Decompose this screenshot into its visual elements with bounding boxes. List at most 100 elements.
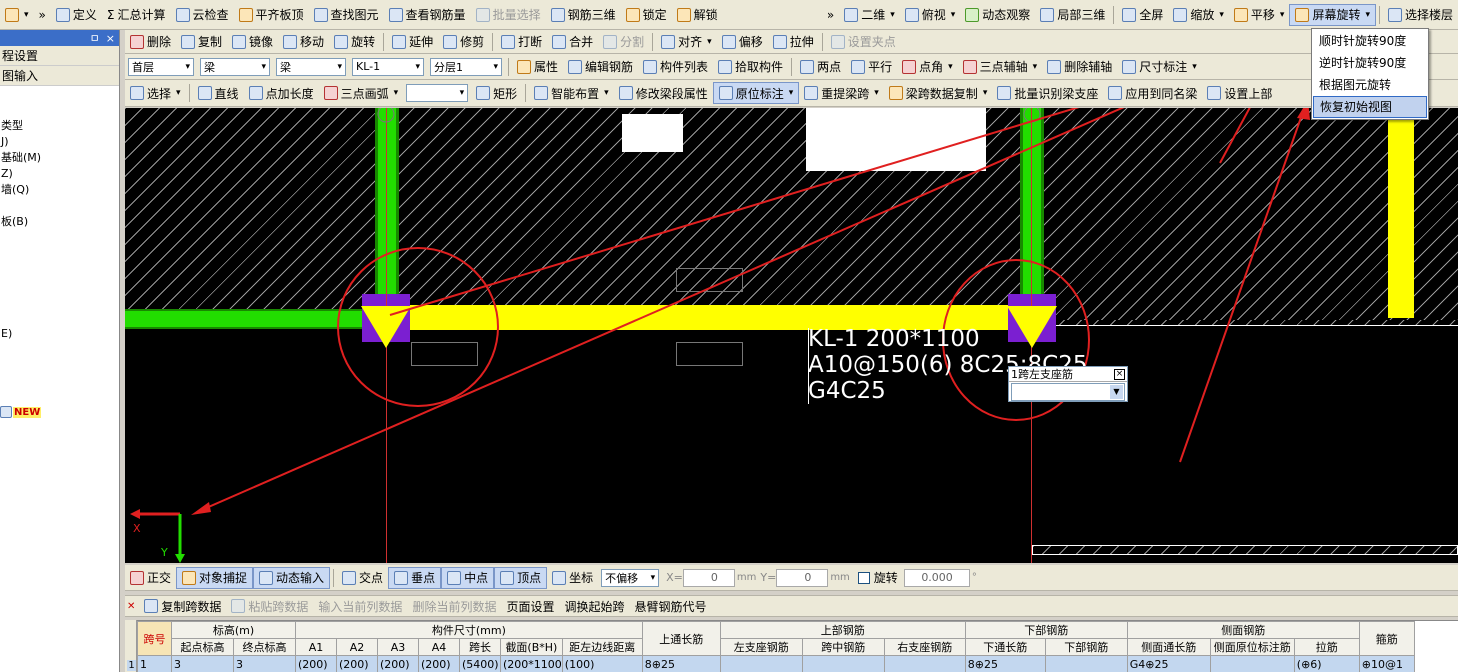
span-number-header[interactable]: 跨号 bbox=[137, 621, 172, 656]
support-rebar-input[interactable]: ▼ bbox=[1011, 383, 1125, 401]
copy-button[interactable]: 复制 bbox=[176, 31, 227, 53]
batch-select-button[interactable]: 批量选择 bbox=[471, 4, 546, 26]
rectangle-tool-button[interactable]: 矩形 bbox=[471, 82, 522, 104]
element-select[interactable]: KL-1 ▾ bbox=[352, 57, 424, 76]
drawing-canvas[interactable]: X Y KL-1 200*1100 A10@150(6) 8C25;8C25 G… bbox=[125, 108, 1458, 563]
mirror-button[interactable]: 镜像 bbox=[227, 31, 278, 53]
close-icon[interactable]: ✕ bbox=[127, 601, 135, 612]
table-cell[interactable]: 3 bbox=[171, 655, 234, 672]
set-grip-button[interactable]: 设置夹点 bbox=[826, 31, 901, 53]
point-angle-button[interactable]: 点角 ▾ bbox=[897, 56, 958, 78]
tree-item[interactable]: 基础(M) bbox=[0, 150, 41, 166]
table-cell[interactable]: G4⊕25 bbox=[1126, 655, 1211, 672]
move-button[interactable]: 移动 bbox=[278, 31, 329, 53]
table-cell[interactable]: (5400) bbox=[459, 655, 501, 672]
tree-item[interactable] bbox=[0, 262, 41, 278]
re-extract-span-button[interactable]: 重提梁跨 ▾ bbox=[799, 82, 884, 104]
screen-rotate-button[interactable]: 屏幕旋转 ▾ bbox=[1289, 3, 1376, 26]
tree-item[interactable]: E) bbox=[0, 326, 41, 342]
delete-axis-button[interactable]: 删除辅轴 bbox=[1042, 56, 1117, 78]
nav-project-settings[interactable]: 程设置 bbox=[0, 46, 119, 66]
define-button[interactable]: 定义 bbox=[51, 4, 102, 26]
paste-span-data-button[interactable]: 粘贴跨数据 bbox=[226, 596, 313, 616]
view-rebar-qty-button[interactable]: 查看钢筋量 bbox=[384, 4, 471, 26]
menu-item-rotate-by-element[interactable]: 根据图元旋转 bbox=[1313, 74, 1427, 96]
new-feature-badge[interactable]: NEW bbox=[0, 406, 42, 418]
table-cell[interactable]: (200) bbox=[377, 655, 419, 672]
summary-calc-button[interactable]: Σ 汇总计算 bbox=[102, 4, 171, 26]
find-element-button[interactable]: 查找图元 bbox=[309, 4, 384, 26]
table-cell[interactable] bbox=[1044, 655, 1128, 672]
in-situ-annotation-button[interactable]: 原位标注 ▾ bbox=[712, 82, 800, 104]
point-length-button[interactable]: 点加长度 bbox=[244, 82, 319, 104]
intersection-snap[interactable]: 交点 bbox=[337, 567, 388, 589]
fullscreen-button[interactable]: 全屏 bbox=[1117, 4, 1168, 26]
view-2d-button[interactable]: 二维 ▾ bbox=[839, 4, 900, 26]
set-top-button[interactable]: 设置上部 bbox=[1202, 82, 1277, 104]
close-icon[interactable]: × bbox=[1114, 368, 1125, 380]
table-cell[interactable]: ⊕10@1 bbox=[1358, 655, 1415, 672]
toolbar-left-icon[interactable]: ▾ bbox=[0, 4, 34, 26]
top-view-button[interactable]: 俯视 ▾ bbox=[900, 4, 961, 26]
table-cell[interactable] bbox=[1209, 655, 1295, 672]
rotate-button[interactable]: 旋转 bbox=[329, 31, 380, 53]
perpendicular-snap[interactable]: 垂点 bbox=[388, 566, 442, 589]
unlock-button[interactable]: 解锁 bbox=[672, 4, 723, 26]
table-cell[interactable]: (200) bbox=[418, 655, 460, 672]
apply-same-name-button[interactable]: 应用到同名梁 bbox=[1103, 82, 1202, 104]
tree-item[interactable] bbox=[0, 310, 41, 326]
tree-item[interactable] bbox=[0, 198, 41, 214]
menu-item-rotate-cw-90[interactable]: 顺时针旋转90度 bbox=[1313, 30, 1427, 52]
table-cell[interactable] bbox=[719, 655, 803, 672]
table-cell[interactable]: (200) bbox=[336, 655, 378, 672]
offset-select[interactable]: 不偏移 ▾ bbox=[601, 568, 660, 587]
offset-button[interactable]: 偏移 bbox=[717, 31, 768, 53]
vertex-snap[interactable]: 顶点 bbox=[494, 566, 548, 589]
toolbar-overflow-button[interactable]: » bbox=[34, 4, 51, 26]
parallel-axis-button[interactable]: 平行 bbox=[846, 56, 897, 78]
floor-select[interactable]: 首层 ▾ bbox=[128, 57, 194, 76]
table-cell[interactable]: 3 bbox=[233, 655, 296, 672]
table-cell[interactable]: (100) bbox=[561, 655, 643, 672]
tree-item[interactable]: J) bbox=[0, 134, 41, 150]
tree-item[interactable]: 墙(Q) bbox=[0, 182, 41, 198]
midpoint-snap[interactable]: 中点 bbox=[441, 566, 495, 589]
break-button[interactable]: 打断 bbox=[496, 31, 547, 53]
dynamic-observe-button[interactable]: 动态观察 bbox=[960, 4, 1035, 26]
local-3d-button[interactable]: 局部三维 bbox=[1035, 4, 1110, 26]
type-select[interactable]: 梁 ▾ bbox=[276, 57, 346, 76]
align-button[interactable]: 对齐 ▾ bbox=[656, 31, 717, 53]
extend-button[interactable]: 延伸 bbox=[387, 31, 438, 53]
tree-item[interactable]: Z) bbox=[0, 166, 41, 182]
tree-item[interactable] bbox=[0, 230, 41, 246]
batch-identify-support-button[interactable]: 批量识别梁支座 bbox=[992, 82, 1103, 104]
table-cell[interactable] bbox=[801, 655, 885, 672]
swap-start-span-button[interactable]: 调换起始跨 bbox=[559, 596, 629, 616]
table-cell[interactable]: (200*1100 bbox=[500, 655, 563, 672]
x-coordinate-input[interactable]: 0 bbox=[682, 568, 735, 587]
row-number[interactable]: 1 bbox=[127, 660, 136, 671]
rebar-3d-button[interactable]: 钢筋三维 bbox=[546, 4, 621, 26]
two-point-axis-button[interactable]: 两点 bbox=[795, 56, 846, 78]
table-row[interactable]: 1 3 3 (200) (200) (200) (200) (5400) (20… bbox=[137, 655, 1415, 672]
split-button[interactable]: 分割 bbox=[598, 31, 649, 53]
merge-button[interactable]: 合并 bbox=[547, 31, 598, 53]
delete-button[interactable]: 删除 bbox=[125, 31, 176, 53]
ortho-toggle[interactable]: 正交 bbox=[125, 567, 176, 589]
nav-drawing-input[interactable]: 图输入 bbox=[0, 66, 119, 86]
layer-select[interactable]: 分层1 ▾ bbox=[430, 57, 502, 76]
menu-item-rotate-ccw-90[interactable]: 逆时针旋转90度 bbox=[1313, 52, 1427, 74]
trim-button[interactable]: 修剪 bbox=[438, 31, 489, 53]
category-select[interactable]: 梁 ▾ bbox=[200, 57, 270, 76]
menu-item-restore-initial-view[interactable]: 恢复初始视图 bbox=[1313, 96, 1427, 118]
table-cell[interactable]: 8⊕25 bbox=[641, 655, 721, 672]
tree-item[interactable] bbox=[0, 278, 41, 294]
stretch-button[interactable]: 拉伸 bbox=[768, 31, 819, 53]
dimension-button[interactable]: 尺寸标注 ▾ bbox=[1117, 56, 1202, 78]
rotate-checkbox[interactable] bbox=[857, 571, 870, 584]
smart-layout-button[interactable]: 智能布置 ▾ bbox=[529, 82, 614, 104]
toolbar-right-overflow[interactable]: » bbox=[822, 4, 839, 26]
zoom-button[interactable]: 缩放 ▾ bbox=[1168, 4, 1229, 26]
align-slab-top-button[interactable]: 平齐板顶 bbox=[234, 4, 309, 26]
properties-button[interactable]: 属性 bbox=[512, 56, 563, 78]
